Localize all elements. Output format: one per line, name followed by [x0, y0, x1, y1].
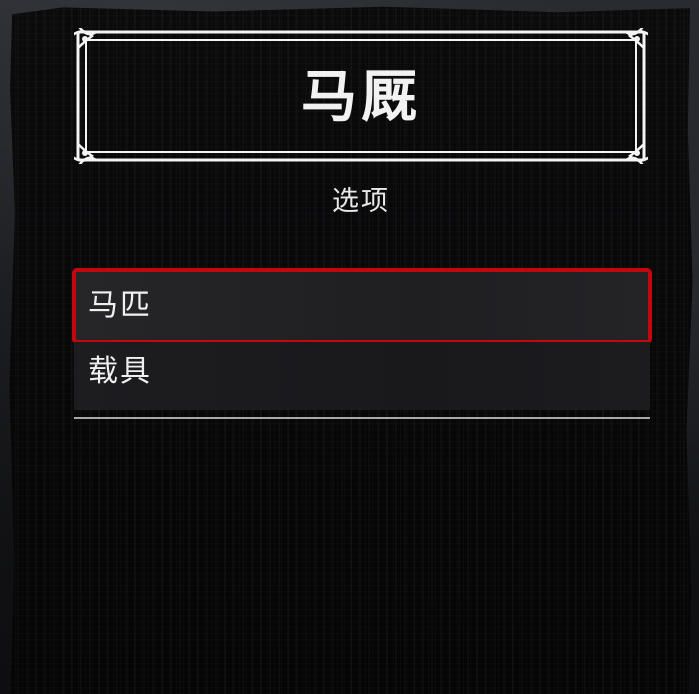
section-subtitle: 选项	[332, 186, 390, 217]
menu-item-horses[interactable]: 马匹	[72, 268, 652, 344]
menu-item-label: 马匹	[88, 288, 152, 323]
menu-divider	[74, 417, 650, 419]
title-frame: 马厩	[74, 28, 648, 164]
options-menu: 马匹 载具	[72, 268, 652, 410]
page-title: 马厩	[301, 64, 421, 130]
menu-item-vehicles[interactable]: 载具	[74, 342, 650, 410]
game-menu-screen: 马厩 选项 马匹 载具	[0, 0, 699, 694]
menu-item-label: 载具	[88, 354, 152, 389]
